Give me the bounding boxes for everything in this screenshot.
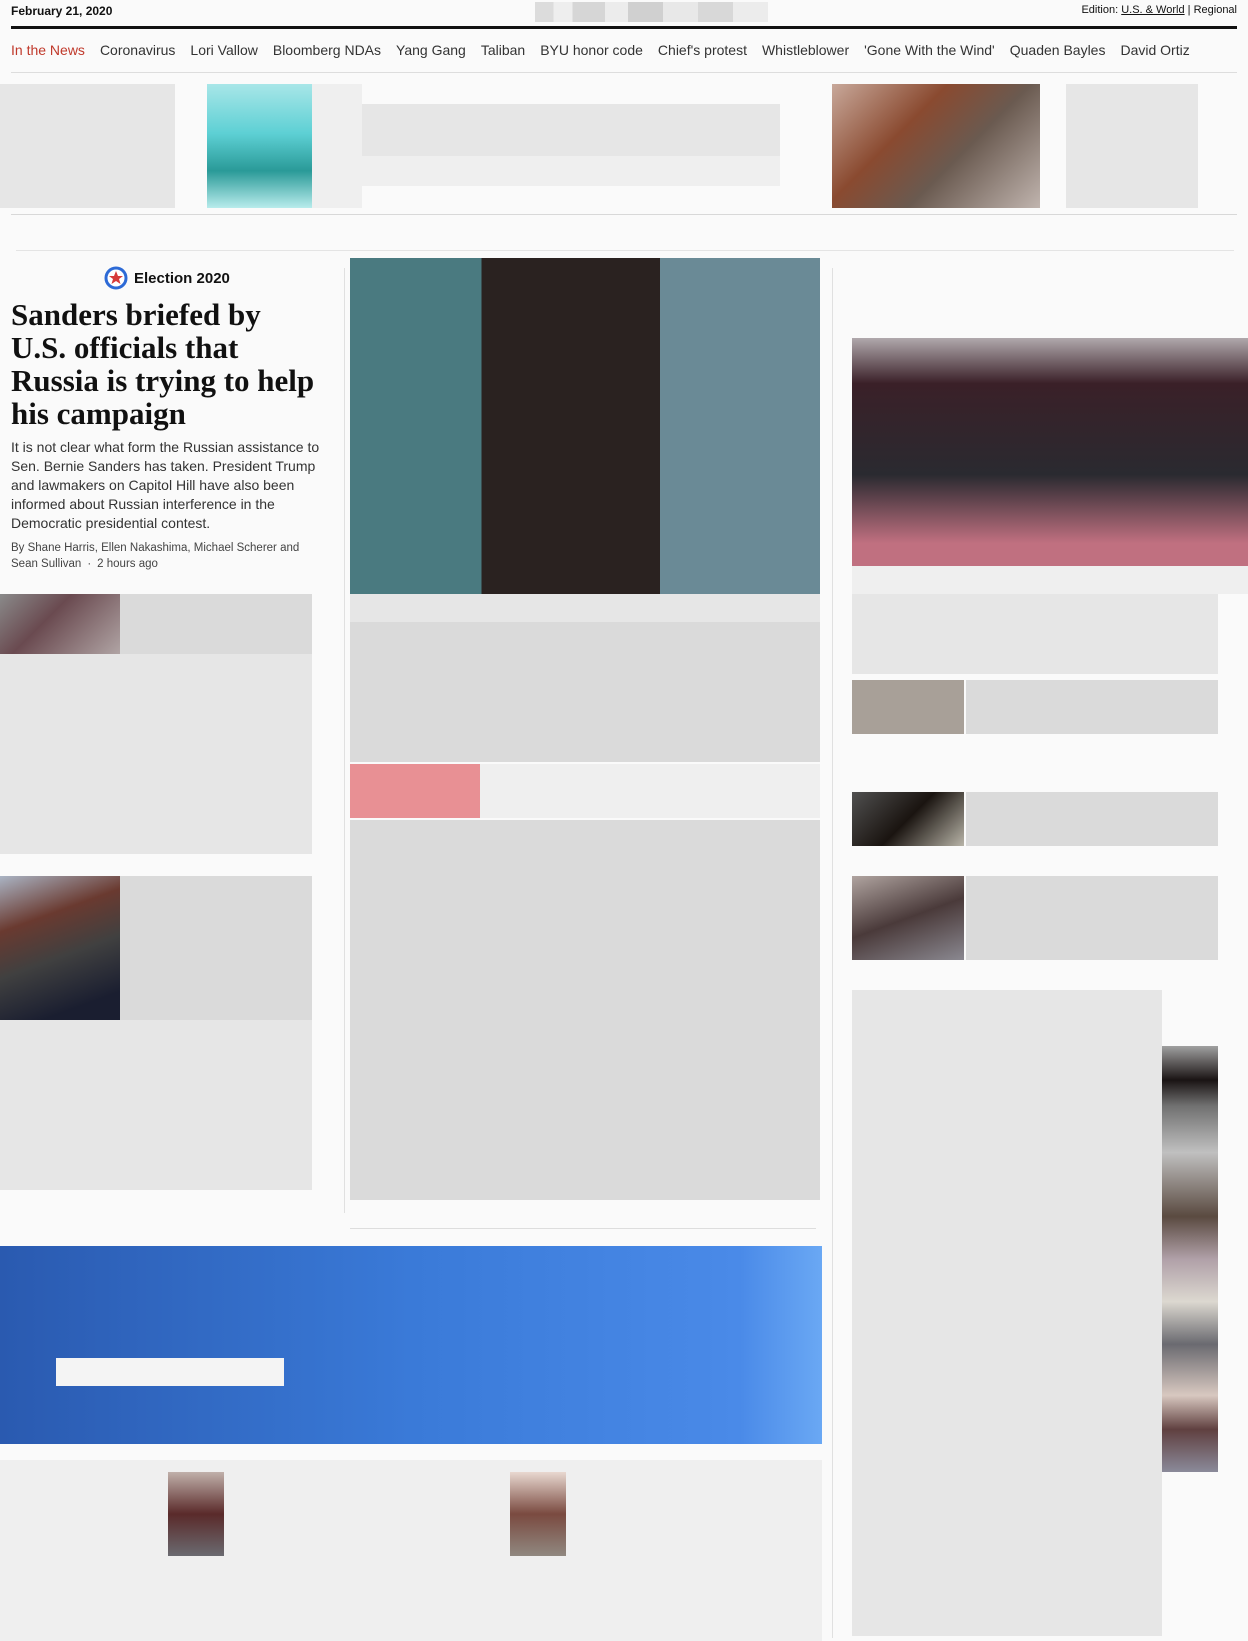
- edition-regional-link[interactable]: Regional: [1194, 4, 1237, 16]
- section-divider: [16, 250, 1234, 251]
- nav-divider: [11, 72, 1237, 73]
- blurred-story-row: [0, 1460, 822, 1641]
- column-divider: [344, 268, 345, 1213]
- blurred-label: [350, 764, 480, 818]
- blurred-feature-photo[interactable]: [852, 338, 1248, 566]
- blurred-story-text: [0, 1020, 312, 1190]
- blurred-caption: [852, 566, 1248, 594]
- section-divider: [11, 214, 1237, 215]
- blurred-promo-text: [312, 84, 362, 208]
- blurred-story-thumb[interactable]: [168, 1472, 224, 1556]
- blurred-promo-right[interactable]: [1066, 84, 1198, 208]
- trending-link[interactable]: Chief's protest: [658, 42, 747, 58]
- edition-label: Edition:: [1081, 4, 1119, 16]
- trending-link[interactable]: Taliban: [481, 42, 525, 58]
- lead-byline: By Shane Harris, Ellen Nakashima, Michae…: [11, 542, 300, 570]
- blurred-story-text: [966, 876, 1218, 960]
- kicker-label: Election 2020: [134, 269, 230, 287]
- trending-nav: In the News Coronavirus Lori Vallow Bloo…: [11, 42, 1190, 58]
- edition-us-world-link[interactable]: U.S. & World: [1121, 4, 1184, 16]
- blurred-promo-left[interactable]: [0, 84, 175, 208]
- masthead-logo[interactable]: [535, 2, 768, 22]
- blurred-lead-photo[interactable]: [350, 258, 820, 594]
- blurred-story-text: [852, 594, 1218, 674]
- blurred-promo-image-people[interactable]: [832, 84, 1040, 208]
- trending-label: In the News: [11, 42, 85, 58]
- election-kicker[interactable]: Election 2020: [104, 266, 230, 290]
- blurred-story-thumb[interactable]: [852, 680, 964, 734]
- blurred-story-text: [350, 820, 820, 1200]
- lead-blurb: It is not clear what form the Russian as…: [11, 439, 320, 531]
- blurred-story-thumb[interactable]: [0, 876, 120, 1020]
- blurred-story-text: [966, 680, 1218, 734]
- blurred-banner-button[interactable]: [56, 1358, 284, 1386]
- blurred-story-text: [120, 594, 312, 654]
- trending-link[interactable]: David Ortiz: [1120, 42, 1189, 58]
- edition-separator: |: [1187, 4, 1191, 16]
- trending-link[interactable]: 'Gone With the Wind': [864, 42, 995, 58]
- blurred-story-text: [0, 654, 312, 854]
- byline-timestamp: 2 hours ago: [97, 558, 158, 570]
- blurred-promo-image-teal[interactable]: [207, 84, 312, 208]
- blurred-story-thumbs[interactable]: [1162, 1046, 1218, 1472]
- blurred-story-thumb[interactable]: [852, 792, 964, 846]
- header-rule: [11, 26, 1237, 29]
- trending-link[interactable]: Quaden Bayles: [1010, 42, 1106, 58]
- blurred-promo-text: [362, 104, 780, 156]
- blurred-story-thumb[interactable]: [510, 1472, 566, 1556]
- election-star-icon: [104, 266, 128, 290]
- blurred-story-thumb[interactable]: [0, 594, 120, 654]
- blurred-promo-text: [362, 156, 780, 186]
- blurred-story-text: [966, 792, 1218, 846]
- page-date: February 21, 2020: [11, 4, 113, 18]
- edition-selector: Edition: U.S. & World | Regional: [1081, 4, 1237, 16]
- trending-link[interactable]: Coronavirus: [100, 42, 175, 58]
- trending-link[interactable]: Bloomberg NDAs: [273, 42, 381, 58]
- blurred-story-list: [852, 990, 1162, 1636]
- blurred-story-text: [120, 876, 312, 1020]
- blurred-promo-banner[interactable]: [0, 1246, 822, 1444]
- trending-link[interactable]: Whistleblower: [762, 42, 849, 58]
- trending-link[interactable]: Lori Vallow: [190, 42, 257, 58]
- lead-headline[interactable]: Sanders briefed by U.S. officials that R…: [11, 298, 321, 430]
- trending-link[interactable]: Yang Gang: [396, 42, 466, 58]
- trending-link[interactable]: BYU honor code: [540, 42, 643, 58]
- column-divider: [832, 268, 833, 1638]
- section-divider: [350, 1228, 816, 1229]
- blurred-story-text: [480, 764, 820, 818]
- blurred-story-thumb[interactable]: [852, 876, 964, 960]
- blurred-story-text: [350, 622, 820, 762]
